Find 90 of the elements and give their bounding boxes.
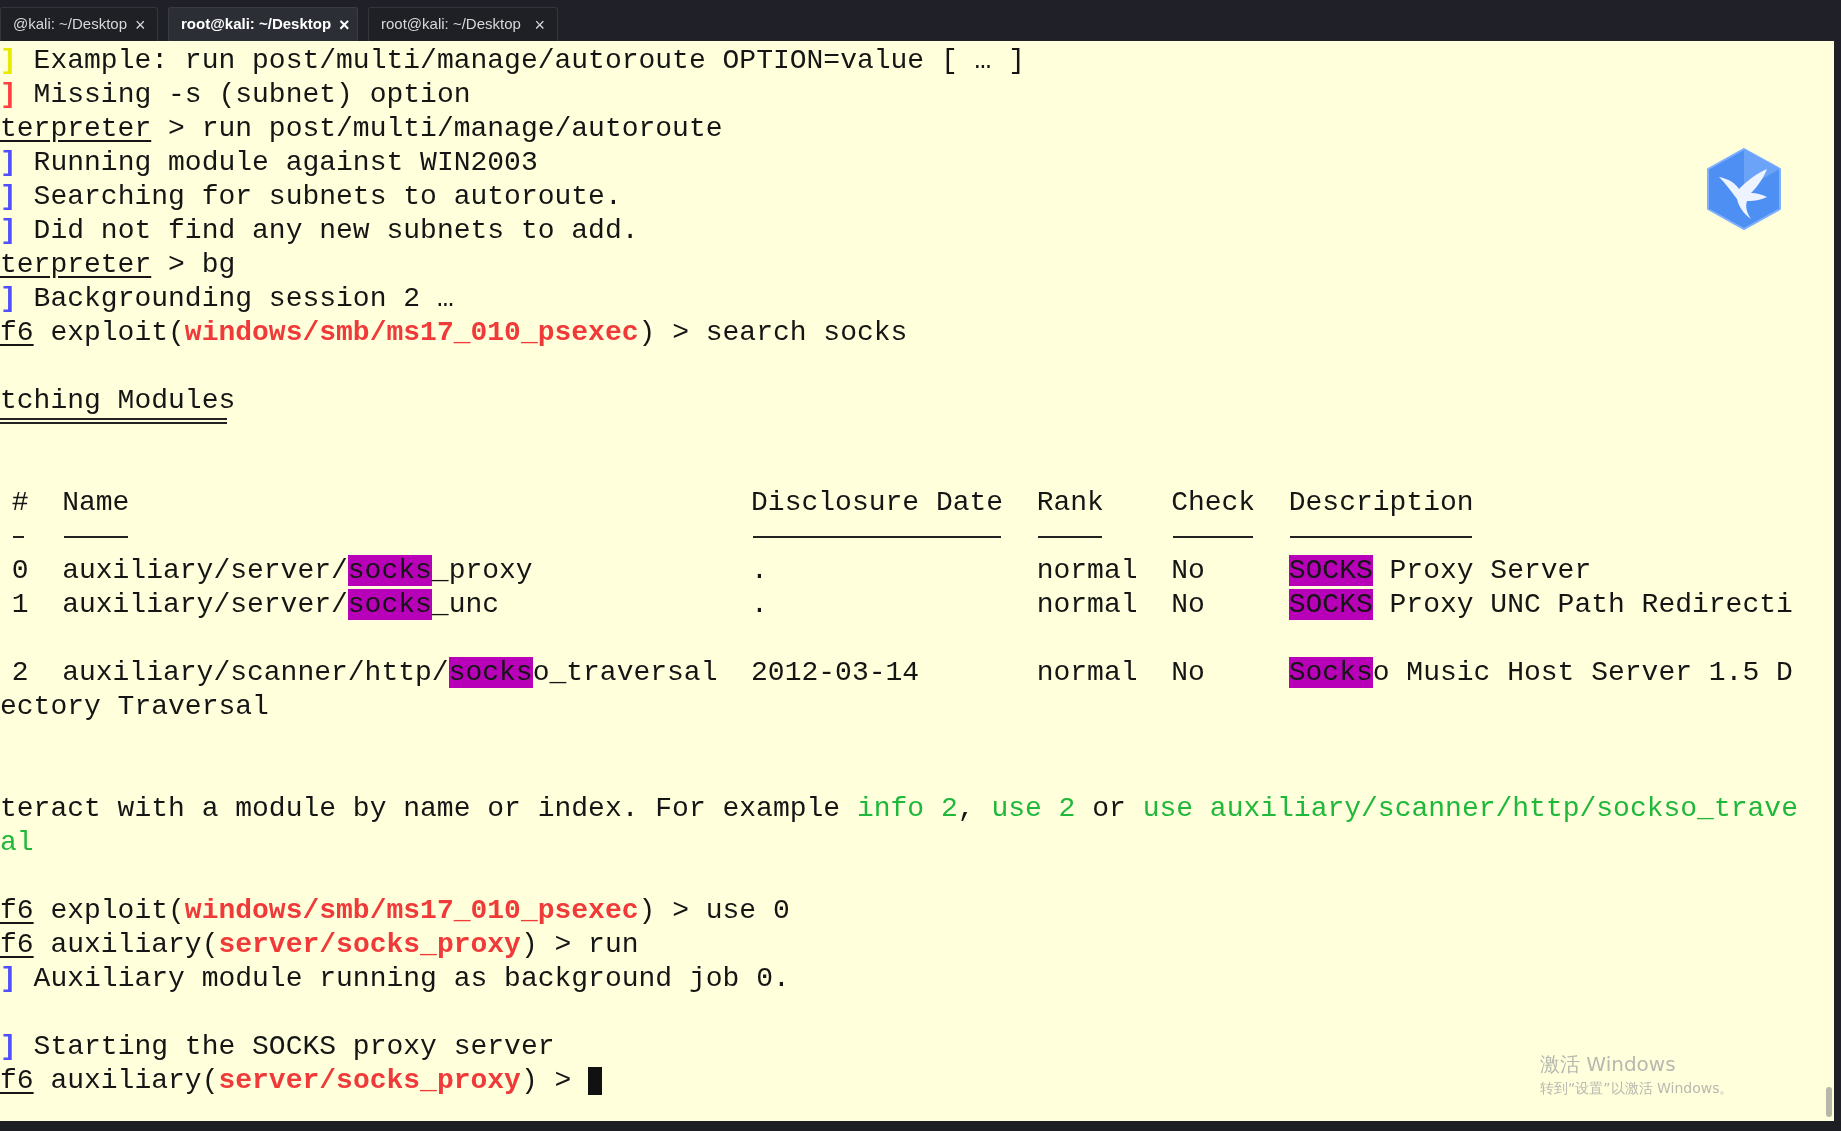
cell-text: 1 (11, 589, 29, 620)
status-bracket: ] (0, 215, 17, 246)
command-hint: al (0, 827, 34, 858)
status-bracket: ] (0, 963, 17, 994)
cell-text: normal (1036, 589, 1138, 620)
prompt-text: f6 (0, 895, 34, 926)
terminal-text: Searching for subnets to autoroute. (32, 181, 622, 212)
terminal-text: ) > (520, 1065, 573, 1096)
text-cursor (588, 1066, 603, 1095)
cell-text: Proxy Server (1388, 555, 1592, 586)
search-match: SOCKS (1288, 589, 1373, 620)
bird-app-icon[interactable] (1705, 147, 1783, 231)
terminal-text: ectory Traversal (0, 691, 269, 722)
column-header: Disclosure Date (751, 487, 1004, 518)
section-heading: tching Modules (0, 385, 236, 416)
tab-label: @kali: ~/Desktop (13, 14, 128, 35)
status-bracket: ] (0, 283, 17, 314)
terminal-text: auxiliary( (49, 1065, 219, 1096)
prompt-text: terpreter (0, 113, 152, 144)
cell-text: 2 (11, 657, 29, 688)
cell-text: Proxy UNC Path Redirecti (1388, 589, 1793, 620)
cell-text: No (1171, 657, 1205, 688)
close-icon[interactable]: × (339, 15, 350, 34)
cell-text: 0 (11, 555, 29, 586)
cell-text: 2012-03-14 (751, 657, 920, 688)
module-path: server/socks_proxy (218, 929, 521, 960)
terminal-text: Starting the SOCKS proxy server (32, 1031, 555, 1062)
terminal-text: exploit( (49, 317, 185, 348)
close-icon[interactable]: × (135, 15, 146, 34)
command-hint: use auxiliary/scanner/http/sockso_trave (1142, 793, 1798, 824)
column-header: Check (1171, 487, 1256, 518)
column-header: Rank (1036, 487, 1104, 518)
terminal-text: > run post/multi/manage/autoroute (167, 113, 723, 144)
search-match: socks (448, 657, 533, 688)
module-path: server/socks_proxy (218, 1065, 521, 1096)
terminal-tab[interactable]: @kali: ~/Desktop × (0, 7, 158, 41)
module-path: windows/smb/ms17_010_psexec (184, 895, 639, 926)
cell-text: . (751, 555, 768, 586)
module-path: windows/smb/ms17_010_psexec (184, 317, 639, 348)
scrollbar-thumb[interactable] (1826, 1087, 1832, 1117)
search-match: Socks (1288, 657, 1373, 688)
command-hint: info 2 (856, 793, 958, 824)
tab-label: root@kali: ~/Desktop (181, 14, 332, 35)
terminal-text: , (957, 793, 976, 824)
column-header: # (11, 487, 29, 518)
prompt-text: f6 (0, 1065, 34, 1096)
terminal-tab[interactable]: root@kali: ~/Desktop × (168, 7, 358, 41)
activation-subtitle: 转到“设置”以激活 Windows。 (1540, 1079, 1734, 1098)
cell-text: normal (1036, 555, 1138, 586)
cell-text: normal (1036, 657, 1138, 688)
search-match: SOCKS (1288, 555, 1373, 586)
cell-text: No (1171, 555, 1205, 586)
column-header: Name (62, 487, 130, 518)
terminal-text: > bg (167, 249, 236, 280)
terminal-text: Example: run post/multi/manage/autoroute OPTION=value [ … ] (32, 45, 1025, 76)
prompt-text: f6 (0, 929, 34, 960)
cell-text: o Music Host Server 1.5 D (1372, 657, 1793, 688)
cell-text: o_traversal (532, 657, 718, 688)
status-bracket: ] (0, 45, 17, 76)
prompt-text: terpreter (0, 249, 152, 280)
status-bracket: ] (0, 181, 17, 212)
cell-text: . (751, 589, 768, 620)
terminal-text: Backgrounding session 2 … (32, 283, 454, 314)
terminal-text: auxiliary( (49, 929, 219, 960)
terminal-text: or (1091, 793, 1127, 824)
terminal-text: ) > run (520, 929, 639, 960)
cell-text: auxiliary/server/ (62, 555, 348, 586)
cell-text: No (1171, 589, 1205, 620)
close-icon[interactable]: × (534, 15, 545, 34)
tab-label: root@kali: ~/Desktop (381, 14, 521, 35)
terminal-text: teract with a module by name or index. For example (0, 793, 842, 824)
cell-text: auxiliary/scanner/http/ (62, 657, 449, 688)
prompt-text: f6 (0, 317, 34, 348)
status-bracket: ] (0, 79, 17, 110)
status-bracket: ] (0, 1031, 17, 1062)
terminal-text: ) > search socks (638, 317, 908, 348)
command-hint: use 2 (991, 793, 1076, 824)
cell-text: auxiliary/server/ (62, 589, 348, 620)
activation-title: 激活 Windows (1540, 1051, 1677, 1077)
terminal-text: Did not find any new subnets to add. (32, 215, 639, 246)
terminal-text: Missing -s (subnet) option (32, 79, 471, 110)
terminal-tab[interactable]: root@kali: ~/Desktop × (368, 7, 558, 41)
search-match: socks (347, 555, 432, 586)
terminal-text: exploit( (49, 895, 185, 926)
terminal-text: Running module against WIN2003 (32, 147, 538, 178)
column-header: Description (1288, 487, 1474, 518)
terminal-text: ) > use 0 (638, 895, 790, 926)
search-match: socks (347, 589, 432, 620)
status-bracket: ] (0, 147, 17, 178)
terminal-text: Auxiliary module running as background job 0. (32, 963, 790, 994)
